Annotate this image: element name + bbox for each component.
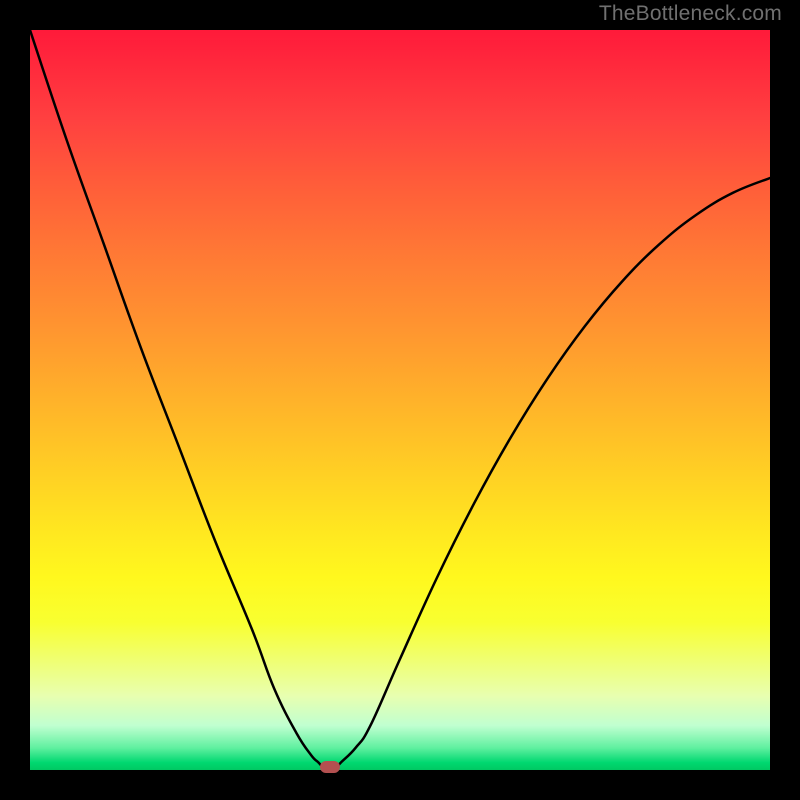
bottleneck-curve: [30, 30, 770, 770]
attribution-text: TheBottleneck.com: [599, 2, 782, 26]
optimal-point-marker: [320, 761, 340, 773]
plot-area: [30, 30, 770, 770]
